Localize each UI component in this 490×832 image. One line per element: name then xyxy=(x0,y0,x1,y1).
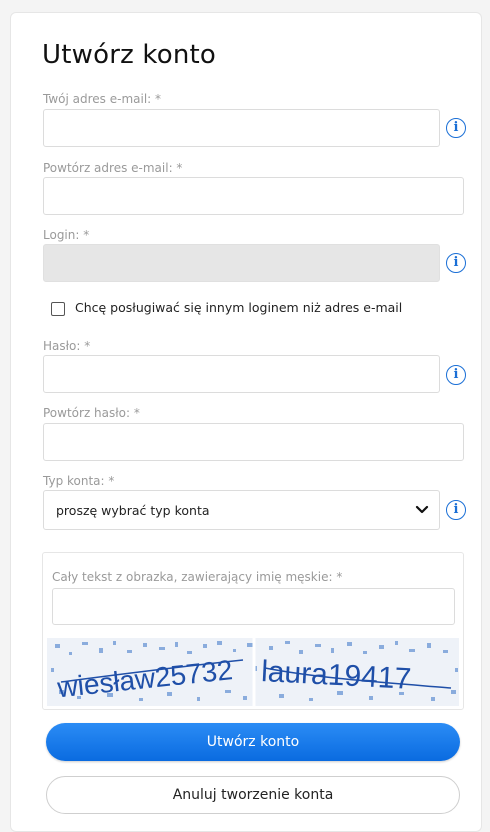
captcha-image: wiesław25732 laura19417 xyxy=(47,638,459,706)
login-info-icon[interactable]: i xyxy=(446,253,466,273)
account-type-label: Typ konta: * xyxy=(43,474,115,488)
captcha-field[interactable] xyxy=(52,588,455,625)
account-type-select[interactable]: proszę wybrać typ konta xyxy=(43,490,440,530)
email-confirm-label: Powtórz adres e-mail: * xyxy=(43,161,183,175)
password-field[interactable] xyxy=(43,355,440,393)
create-account-button[interactable]: Utwórz konto xyxy=(46,723,460,761)
custom-login-checkbox-label: Chcę posługiwać się innym loginem niż ad… xyxy=(75,300,403,315)
email-info-icon[interactable]: i xyxy=(446,118,466,138)
password-confirm-field[interactable] xyxy=(43,423,464,461)
password-confirm-label: Powtórz hasło: * xyxy=(43,406,140,420)
cancel-account-button[interactable]: Anuluj tworzenie konta xyxy=(46,776,460,814)
email-label: Twój adres e-mail: * xyxy=(43,92,162,106)
account-type-selected-value: proszę wybrać typ konta xyxy=(56,503,210,518)
password-label: Hasło: * xyxy=(43,339,91,353)
captcha-label: Cały tekst z obrazka, zawierający imię m… xyxy=(52,570,343,584)
login-label: Login: * xyxy=(43,228,90,242)
account-type-info-icon[interactable]: i xyxy=(446,500,466,520)
password-info-icon[interactable]: i xyxy=(446,365,466,385)
chevron-down-icon xyxy=(415,505,429,514)
email-confirm-field[interactable] xyxy=(43,177,464,215)
custom-login-checkbox[interactable] xyxy=(51,302,65,316)
login-field[interactable] xyxy=(43,244,440,282)
email-field[interactable] xyxy=(43,109,440,147)
page-title: Utwórz konto xyxy=(42,40,217,70)
